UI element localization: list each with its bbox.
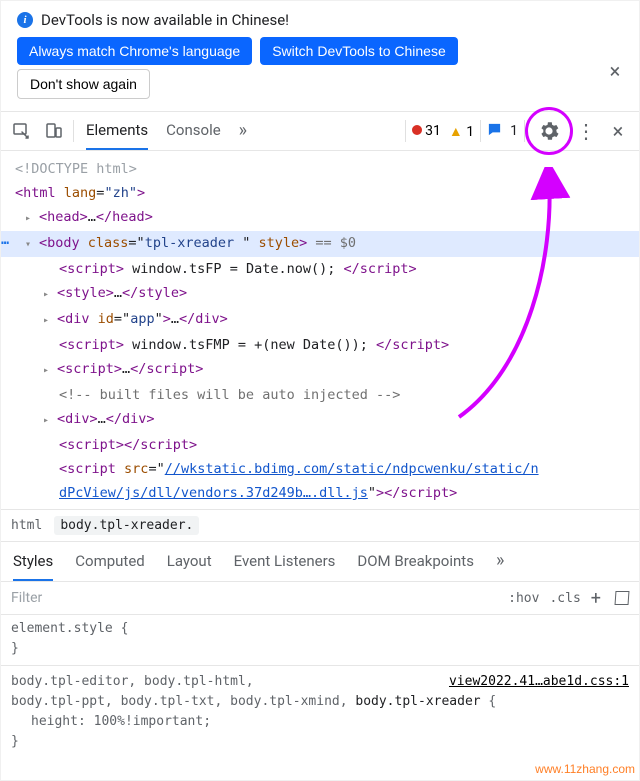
error-icon <box>412 125 422 135</box>
cls-toggle[interactable]: .cls <box>549 591 580 606</box>
device-toolbar-icon[interactable] <box>41 118 67 144</box>
rule-element-style[interactable]: element.style { <box>11 619 629 639</box>
close-infobar-icon[interactable]: × <box>603 59 627 83</box>
tab-elements[interactable]: Elements <box>86 112 148 150</box>
info-bar: i DevTools is now available in Chinese! … <box>1 1 639 99</box>
settings-gear-icon[interactable] <box>536 118 562 144</box>
dont-show-again-button[interactable]: Don't show again <box>17 69 150 99</box>
crumb-body[interactable]: body.tpl-xreader. <box>54 516 199 535</box>
tab-event-listeners[interactable]: Event Listeners <box>234 542 336 581</box>
breadcrumb[interactable]: html body.tpl-xreader. <box>1 509 639 541</box>
tab-console[interactable]: Console <box>166 112 221 150</box>
tab-layout[interactable]: Layout <box>167 542 212 581</box>
style-rules[interactable]: element.style { } view2022.41…abe1d.css:… <box>1 615 639 752</box>
tab-dom-breakpoints[interactable]: DOM Breakpoints <box>357 542 474 581</box>
styles-tabs-overflow-icon[interactable]: » <box>496 542 504 581</box>
filter-input[interactable]: Filter <box>11 590 498 606</box>
tree-script3[interactable]: <script>…</script> <box>15 357 639 383</box>
tree-style1[interactable]: <style>…</style> <box>15 281 639 307</box>
rule-close: } <box>11 639 629 659</box>
tree-html[interactable]: <html lang="zh"> <box>15 181 639 205</box>
rule-source-link[interactable]: view2022.41…abe1d.css:1 <box>449 672 629 692</box>
tree-div-app[interactable]: <div id="app">…</div> <box>15 307 639 333</box>
info-text: DevTools is now available in Chinese! <box>41 11 289 29</box>
tree-script4[interactable]: <script></script> <box>15 433 639 457</box>
elements-tree[interactable]: <!DOCTYPE html> <html lang="zh"> <head>…… <box>1 151 639 509</box>
tree-script-src2[interactable]: <script src="//wkstatic.bdimg.com/static… <box>15 505 639 509</box>
watermark: www.11zhang.com <box>535 762 635 776</box>
info-icon: i <box>17 12 33 28</box>
styles-filter-row: Filter :hov .cls + <box>1 581 639 615</box>
tab-styles[interactable]: Styles <box>13 542 53 581</box>
tree-body-selected[interactable]: ⋯ <body class="tpl-xreader " style> == $… <box>1 231 639 257</box>
tree-head[interactable]: <head>…</head> <box>15 205 639 231</box>
switch-language-button[interactable]: Switch DevTools to Chinese <box>260 37 458 65</box>
tree-script-src1[interactable]: <script src="//wkstatic.bdimg.com/static… <box>15 457 639 481</box>
tree-script1[interactable]: <script> window.tsFP = Date.now(); </scr… <box>15 257 639 281</box>
more-menu-icon[interactable]: ⋮ <box>573 118 599 144</box>
hov-toggle[interactable]: :hov <box>508 591 539 606</box>
tree-div2[interactable]: <div>…</div> <box>15 407 639 433</box>
rule-close2: } <box>11 732 629 752</box>
messages-counter[interactable]: 1 <box>487 122 518 141</box>
crumb-html[interactable]: html <box>11 518 42 533</box>
warning-icon: ▲ <box>449 124 463 140</box>
tree-comment[interactable]: <!-- built files will be auto injected -… <box>15 383 639 407</box>
tab-computed[interactable]: Computed <box>75 542 145 581</box>
tabs-overflow-icon[interactable]: » <box>239 112 247 150</box>
toolbar: Elements Console » 31 ▲ 1 1 ⋮ × <box>1 111 639 151</box>
rule-selector-line[interactable]: view2022.41…abe1d.css:1 body.tpl-editor,… <box>11 672 629 692</box>
new-rule-icon[interactable]: + <box>591 588 601 609</box>
status-counters[interactable]: 31 ▲ 1 <box>412 123 474 140</box>
tree-doctype[interactable]: <!DOCTYPE html> <box>15 157 639 181</box>
message-icon <box>487 122 502 141</box>
match-language-button[interactable]: Always match Chrome's language <box>17 37 252 65</box>
rule-selector-line2[interactable]: body.tpl-ppt, body.tpl-txt, body.tpl-xmi… <box>11 692 629 712</box>
close-devtools-icon[interactable]: × <box>605 118 631 144</box>
tree-script-src1b[interactable]: dPcView/js/dll/vendors.37d249b….dll.js">… <box>15 481 639 505</box>
computed-sidebar-icon[interactable] <box>615 591 630 605</box>
tree-script2[interactable]: <script> window.tsFMP = +(new Date()); <… <box>15 333 639 357</box>
rule-decl[interactable]: height: 100%!important; <box>11 712 629 732</box>
styles-panel-tabs: Styles Computed Layout Event Listeners D… <box>1 541 639 581</box>
inspect-icon[interactable] <box>9 118 35 144</box>
